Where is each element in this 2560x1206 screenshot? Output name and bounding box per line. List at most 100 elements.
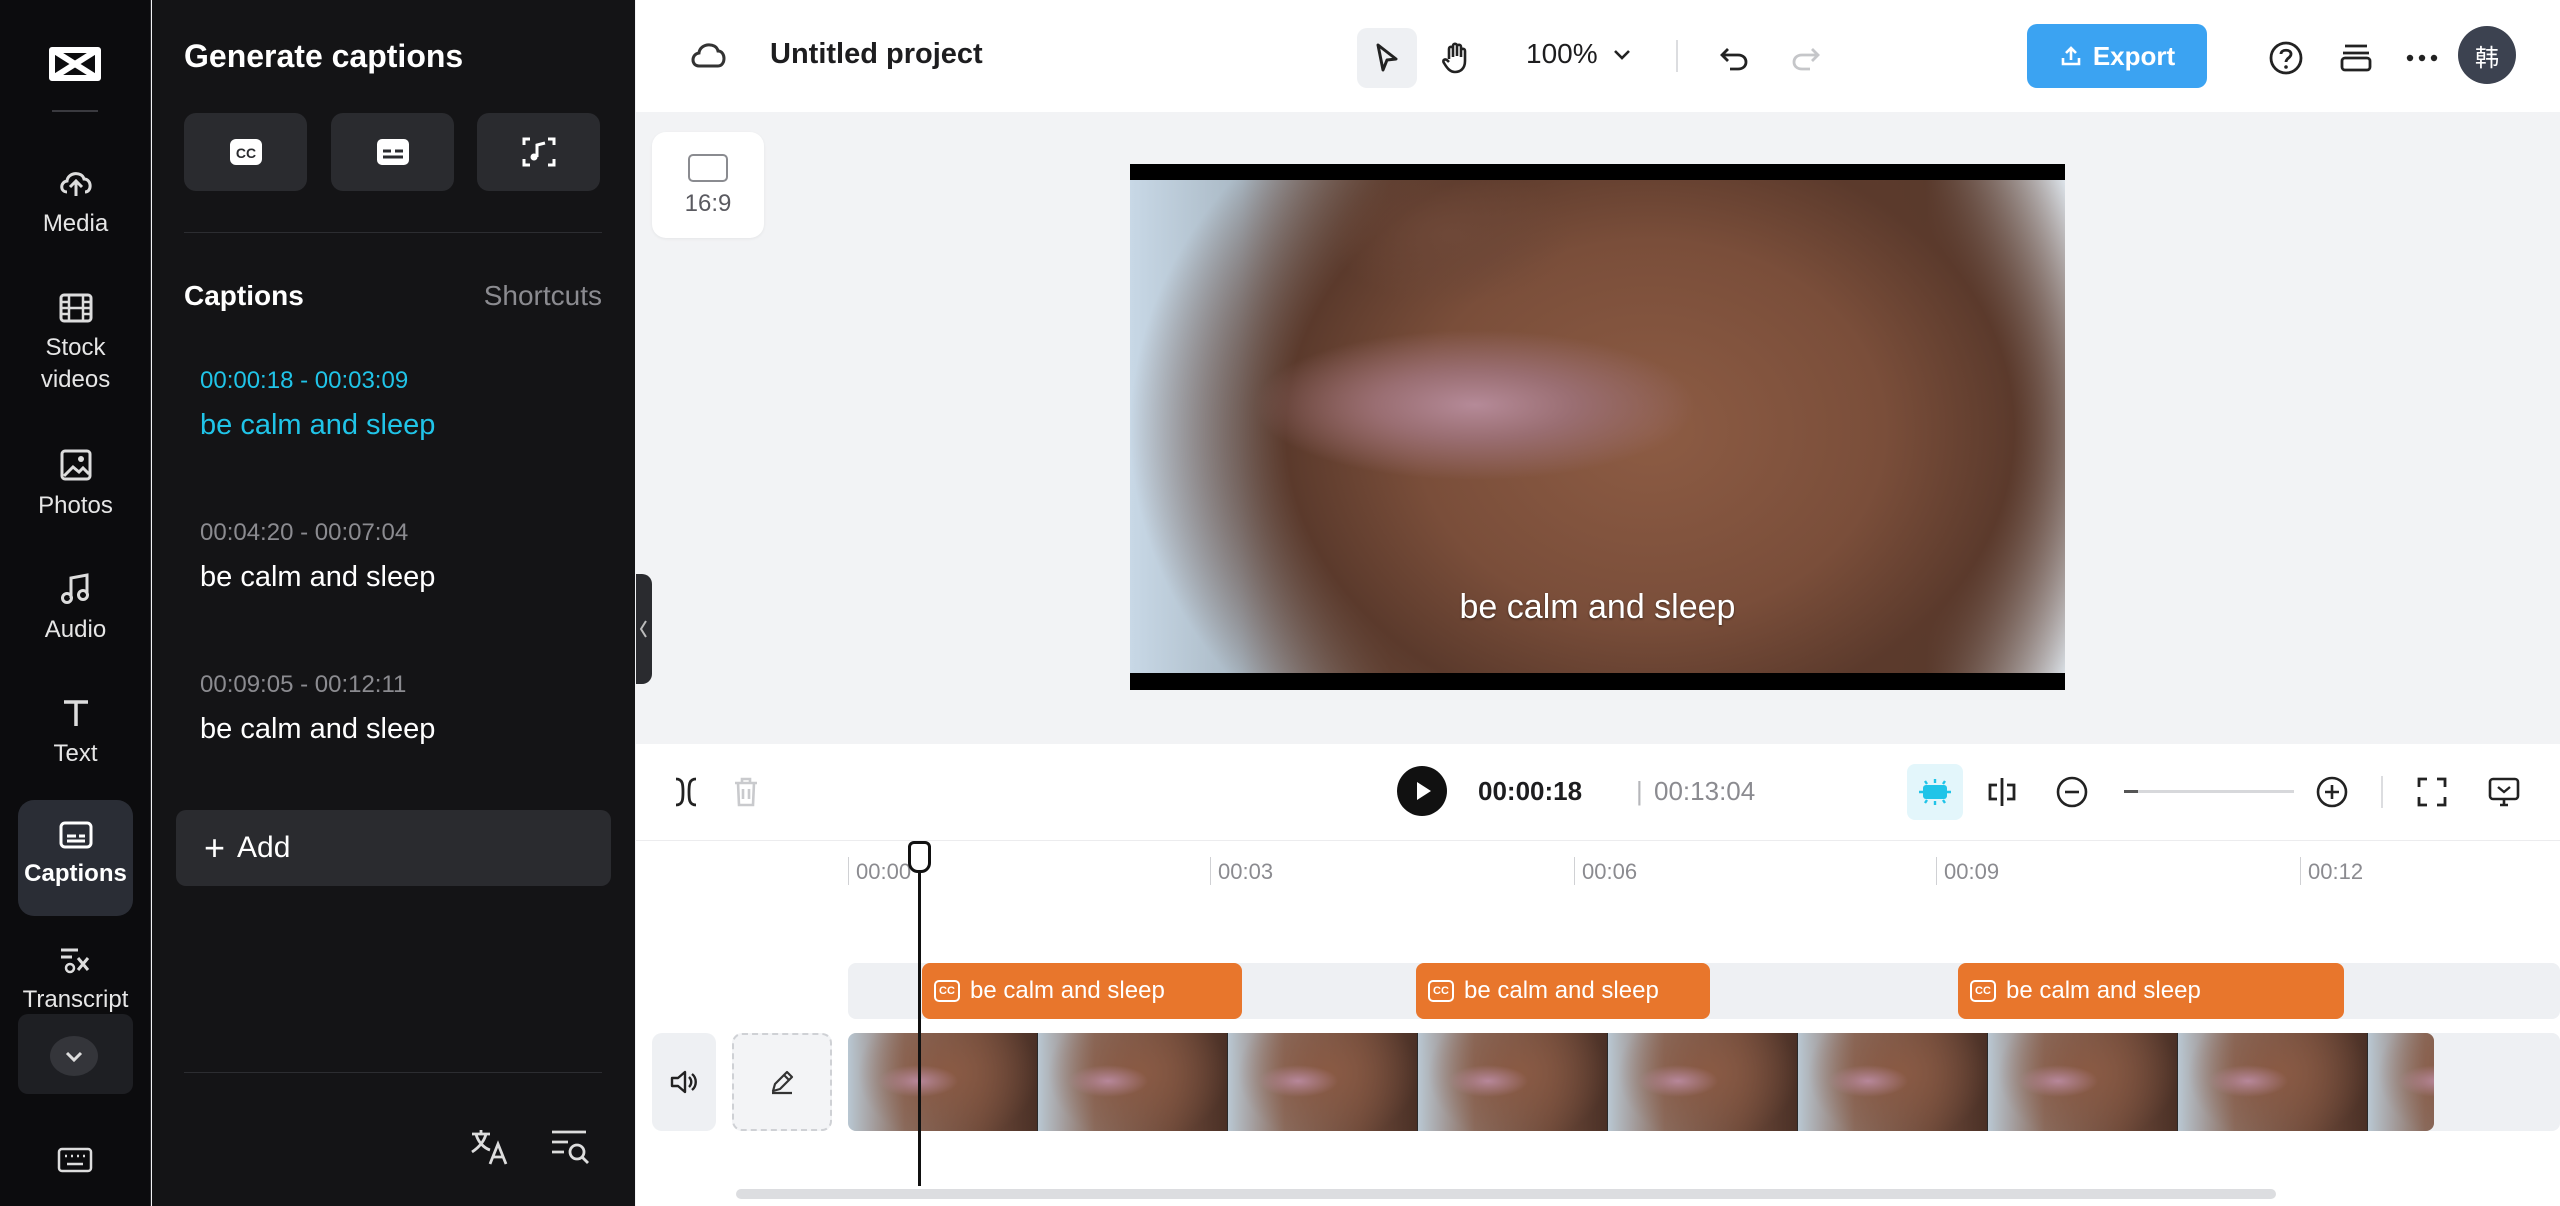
clip-text: be calm and sleep xyxy=(1464,977,1659,1004)
panel-collapse-handle[interactable] xyxy=(636,574,652,684)
pointer-icon xyxy=(1376,43,1398,72)
split-button[interactable] xyxy=(658,764,714,820)
caption-item[interactable]: 00:04:20 - 00:07:04 be calm and sleep xyxy=(200,518,600,594)
more-options-button[interactable] xyxy=(2392,28,2452,88)
edit-cover-button[interactable] xyxy=(732,1033,832,1131)
shortcuts-link[interactable]: Shortcuts xyxy=(484,280,602,312)
export-button[interactable]: Export xyxy=(2027,24,2207,88)
music-note-icon xyxy=(60,573,89,604)
timeline-zoom-slider[interactable] xyxy=(2124,790,2294,793)
zoom-out-button[interactable] xyxy=(2044,764,2100,820)
add-caption-label: Add xyxy=(237,831,291,864)
capcut-logo[interactable] xyxy=(46,36,104,92)
caption-clip[interactable]: CC be calm and sleep xyxy=(1416,963,1710,1019)
aspect-label: 16:9 xyxy=(684,190,732,217)
more-horizontal-icon xyxy=(2406,54,2438,62)
caption-item[interactable]: 00:09:05 - 00:12:11 be calm and sleep xyxy=(200,670,600,746)
snap-magnet-icon xyxy=(1919,779,1951,805)
zoom-in-button[interactable] xyxy=(2304,764,2360,820)
delete-button[interactable] xyxy=(718,764,774,820)
display-settings-button[interactable] xyxy=(2476,764,2532,820)
rail-item-photos[interactable]: Photos xyxy=(18,448,133,522)
video-thumbnail xyxy=(848,1033,1038,1131)
left-nav-rail: Media Stock videos Photos Audio Text Cap… xyxy=(0,0,151,1206)
caption-clip[interactable]: CC be calm and sleep xyxy=(1958,963,2344,1019)
layers-button[interactable] xyxy=(2326,28,2386,88)
cc-icon: CC xyxy=(1970,980,1996,1002)
select-tool-button[interactable] xyxy=(1357,28,1417,88)
chevron-down-icon xyxy=(1613,50,1630,60)
playhead[interactable] xyxy=(908,841,931,1186)
rail-item-captions[interactable]: Captions xyxy=(18,800,133,916)
preview-subtitle[interactable]: be calm and sleep xyxy=(1130,588,2065,627)
hand-icon xyxy=(1442,42,1467,74)
translate-icon[interactable] xyxy=(468,1124,512,1168)
lyrics-captions-button[interactable] xyxy=(477,113,600,191)
video-thumbnail xyxy=(1418,1033,1608,1131)
captions-heading: Captions xyxy=(184,280,304,311)
ruler-label: 00:06 xyxy=(1582,859,1638,884)
cloud-save-icon[interactable] xyxy=(688,36,728,72)
redo-button[interactable] xyxy=(1776,28,1836,88)
caption-item[interactable]: 00:00:18 - 00:03:09 be calm and sleep xyxy=(200,366,600,442)
captions-panel: Generate captions CC Captions Shortcuts … xyxy=(152,0,635,1206)
play-button[interactable] xyxy=(1397,766,1447,816)
video-thumbnail xyxy=(1038,1033,1228,1131)
panel-title: Generate captions xyxy=(184,38,464,74)
help-icon xyxy=(2269,41,2303,75)
caption-text[interactable]: be calm and sleep xyxy=(200,560,600,594)
svg-text:CC: CC xyxy=(235,145,255,161)
help-button[interactable] xyxy=(2256,28,2316,88)
rail-item-audio[interactable]: Audio xyxy=(18,572,133,646)
undo-button[interactable] xyxy=(1704,28,1764,88)
export-label: Export xyxy=(2092,40,2176,71)
timeline-scrollbar[interactable] xyxy=(736,1189,2276,1199)
link-split-button[interactable] xyxy=(1974,764,2030,820)
undo-icon xyxy=(1720,48,1748,71)
rail-more-button[interactable] xyxy=(18,1014,133,1094)
aspect-ratio-button[interactable]: 16:9 xyxy=(652,132,764,238)
timeline[interactable]: 00:00 00:03 00:06 00:09 00:12 CC be calm… xyxy=(636,840,2560,1206)
video-preview[interactable]: be calm and sleep xyxy=(1130,164,2065,690)
hand-tool-button[interactable] xyxy=(1426,28,1486,88)
user-avatar[interactable]: 韩 xyxy=(2458,26,2516,84)
transcript-icon xyxy=(60,948,89,974)
rail-item-media[interactable]: Media xyxy=(18,166,133,240)
rail-item-text[interactable]: Text xyxy=(18,696,133,770)
video-thumbnail xyxy=(2178,1033,2368,1131)
project-title[interactable]: Untitled project xyxy=(770,38,983,71)
auto-captions-button[interactable]: CC xyxy=(184,113,307,191)
ruler-label: 00:09 xyxy=(1944,859,2000,884)
ruler-label: 00:12 xyxy=(2308,859,2364,884)
logo-divider xyxy=(52,110,98,112)
rail-label: Media xyxy=(42,210,109,237)
zoom-value: 100% xyxy=(1526,38,1598,69)
ruler-tick xyxy=(1210,857,1211,885)
total-duration: 00:13:04 xyxy=(1654,776,1756,806)
video-thumbnail xyxy=(1228,1033,1418,1131)
ruler-tick xyxy=(848,857,849,885)
find-replace-icon[interactable] xyxy=(548,1124,592,1168)
video-clip[interactable] xyxy=(848,1033,2434,1131)
caption-text[interactable]: be calm and sleep xyxy=(200,712,600,746)
rail-item-transcript[interactable]: Transcript xyxy=(18,944,133,1016)
add-caption-button[interactable]: + Add xyxy=(176,810,611,886)
rail-item-stock-videos[interactable]: Stock videos xyxy=(18,292,133,396)
image-icon xyxy=(60,449,91,481)
zoom-dropdown[interactable]: 100% xyxy=(1526,38,1632,70)
track-mute-button[interactable] xyxy=(652,1033,716,1131)
video-thumbnail xyxy=(1798,1033,1988,1131)
keyboard-icon[interactable] xyxy=(56,1146,94,1174)
cc-icon: CC xyxy=(229,139,262,165)
caption-text[interactable]: be calm and sleep xyxy=(200,408,600,442)
rail-label: Audio xyxy=(44,616,107,643)
playhead-handle[interactable] xyxy=(908,841,931,873)
auto-snap-toggle[interactable] xyxy=(1907,764,1963,820)
zoom-in-icon xyxy=(2316,776,2348,808)
cc-icon: CC xyxy=(934,980,960,1002)
manual-captions-button[interactable] xyxy=(331,113,454,191)
fullscreen-button[interactable] xyxy=(2404,764,2460,820)
rail-label: Stock videos xyxy=(40,334,111,393)
caption-clip[interactable]: CC be calm and sleep xyxy=(922,963,1242,1019)
rail-label: Captions xyxy=(24,860,127,887)
